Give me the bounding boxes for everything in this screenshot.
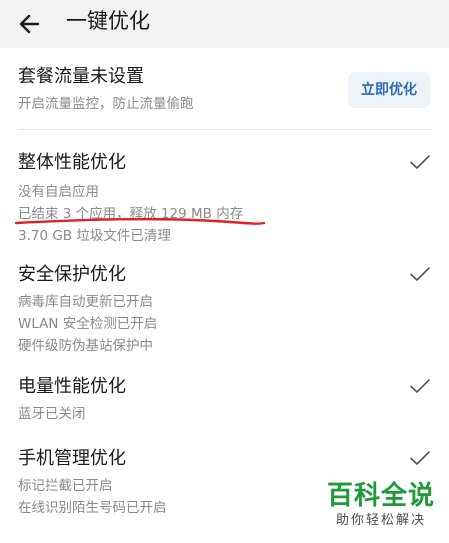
section-title: 整体性能优化 [18, 152, 126, 173]
section-detail: 蓝牙已关闭 [18, 406, 86, 422]
optimize-now-button[interactable]: 立即优化 [348, 72, 430, 108]
section-detail: WLAN 安全检测已开启 [18, 316, 158, 332]
section-title: 电量性能优化 [18, 376, 126, 397]
checkmark-icon [410, 267, 430, 281]
section-detail: 病毒库自动更新已开启 [18, 294, 153, 310]
checkmark-icon [410, 379, 430, 393]
section-security: 安全保护优化 病毒库自动更新已开启 WLAN 安全检测已开启 硬件级防伪基站保护… [18, 262, 434, 357]
checkmark-icon [410, 451, 430, 465]
checkmark-icon [410, 155, 430, 169]
section-detail: 没有自启应用 [18, 184, 99, 200]
section-title: 手机管理优化 [18, 448, 126, 469]
section-detail: 硬件级防伪基站保护中 [18, 338, 153, 354]
back-button[interactable] [14, 6, 50, 42]
section-title: 安全保护优化 [18, 264, 126, 285]
red-underline-annotation [14, 217, 266, 225]
section-detail: 3.70 GB 垃圾文件已清理 [18, 228, 171, 244]
app-header: 一键优化 [0, 0, 449, 48]
watermark-brand: 百科全说 [326, 481, 435, 511]
watermark-slogan: 助你轻松解决 [335, 513, 426, 528]
divider [18, 129, 431, 130]
watermark-logo: 百科全说 助你轻松解决 [325, 480, 437, 530]
section-performance: 整体性能优化 没有自启应用 已结束 3 个应用，释放 129 MB 内存 3.7… [18, 150, 434, 247]
arrow-left-icon [19, 14, 40, 34]
section-battery: 电量性能优化 蓝牙已关闭 [18, 374, 434, 425]
page-title: 一键优化 [66, 9, 150, 33]
